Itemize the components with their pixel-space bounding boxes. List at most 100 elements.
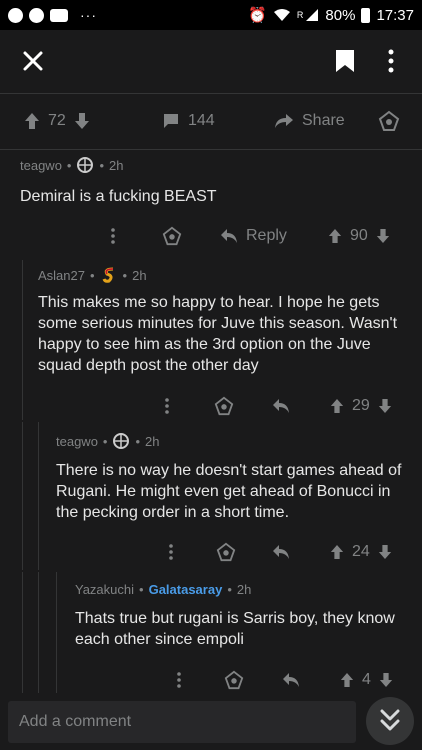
upvote-button[interactable]	[24, 112, 40, 130]
reply-button[interactable]	[282, 672, 300, 688]
reply-button[interactable]: Reply	[220, 227, 287, 245]
comment-body: There is no way he doesn't start games a…	[56, 462, 402, 521]
meta-separator: •	[102, 433, 108, 449]
signal-label: R	[296, 10, 304, 20]
downvote-icon	[74, 113, 89, 129]
meta-separator: •	[99, 157, 105, 173]
upvote-icon[interactable]	[328, 228, 342, 244]
overflow-menu-button[interactable]	[383, 46, 399, 76]
award-icon	[216, 542, 236, 562]
share-button[interactable]: Share	[274, 112, 345, 130]
reply-arrow-icon	[283, 673, 299, 687]
award-button[interactable]	[214, 396, 234, 416]
comment-score: 90	[350, 227, 368, 244]
upvote-icon[interactable]	[340, 672, 354, 688]
reply-button[interactable]	[272, 544, 290, 560]
comment-vote-controls: 29	[330, 397, 392, 415]
comment-actions: Reply 90	[0, 224, 422, 248]
juventus-crest-icon	[113, 433, 130, 449]
post-top-bar	[0, 30, 422, 94]
award-button[interactable]	[378, 110, 400, 132]
reply-label: Reply	[246, 227, 287, 244]
comment-author[interactable]: Yazakuchi	[75, 582, 134, 597]
comment-score: 24	[352, 543, 370, 560]
comment-author[interactable]: Aslan27	[38, 268, 85, 283]
messenger-icon	[8, 7, 23, 23]
post-score: 72	[48, 112, 66, 129]
downvote-icon[interactable]	[378, 544, 392, 560]
battery-icon	[361, 7, 371, 23]
award-icon	[214, 396, 234, 416]
downvote-icon[interactable]	[379, 672, 393, 688]
football-icon	[29, 7, 44, 23]
user-flair: Galatasaray	[148, 582, 223, 597]
reply-arrow-icon	[273, 399, 289, 413]
save-button[interactable]	[334, 48, 356, 74]
comment-more-button[interactable]	[168, 543, 174, 561]
comment: teagwo • • 2h There is no way he doesn't…	[0, 422, 422, 570]
comment-meta: teagwo • • 2h	[56, 432, 160, 450]
comment-author[interactable]: teagwo	[56, 434, 98, 449]
kebab-icon	[111, 228, 115, 244]
comment-body: This makes me so happy to hear. I hope h…	[38, 294, 398, 374]
upvote-icon	[25, 113, 39, 129]
kebab-icon	[169, 544, 173, 560]
comment: Aslan27 • • 2h This makes me so happy to…	[0, 260, 422, 420]
close-button[interactable]	[18, 46, 48, 76]
downvote-icon[interactable]	[378, 398, 392, 414]
comment-body: Demiral is a fucking BEAST	[20, 188, 217, 205]
comment-body: Thats true but rugani is Sarris boy, the…	[75, 610, 395, 648]
award-button[interactable]	[224, 670, 244, 690]
galatasaray-crest-icon	[102, 267, 113, 283]
meta-separator: •	[139, 582, 144, 597]
award-button[interactable]	[162, 226, 182, 246]
alarm-icon: ⏰	[248, 7, 267, 24]
downvote-button[interactable]	[74, 112, 90, 130]
comment-more-button[interactable]	[164, 397, 170, 415]
kebab-icon	[165, 398, 169, 414]
share-arrow-icon	[275, 114, 293, 128]
comment-more-button[interactable]	[110, 227, 116, 245]
wifi-icon	[273, 8, 291, 22]
award-button[interactable]	[216, 542, 236, 562]
comment: teagwo • • 2h Demiral is a fucking BEAST…	[0, 150, 422, 260]
downvote-icon[interactable]	[376, 228, 390, 244]
comment-bubble-icon	[164, 114, 178, 128]
post-vote-controls: 72	[24, 112, 90, 130]
comment-time: 2h	[236, 582, 252, 597]
upvote-icon[interactable]	[330, 398, 344, 414]
comment-meta: teagwo • • 2h	[20, 156, 124, 174]
comment-author[interactable]: teagwo	[20, 158, 62, 173]
clock: 17:37	[376, 6, 414, 24]
next-comment-button[interactable]	[366, 697, 414, 745]
award-icon	[162, 226, 182, 246]
meta-separator: •	[122, 267, 128, 283]
comment-score: 29	[352, 397, 370, 414]
bookmark-icon	[336, 50, 354, 72]
comment: Yazakuchi • Galatasaray • 2h Thats true …	[0, 572, 422, 694]
close-icon	[23, 51, 43, 71]
comment-vote-controls: 4	[340, 671, 393, 689]
youtube-icon	[50, 8, 68, 22]
signal-icon	[305, 8, 319, 22]
more-notifications-icon: ···	[80, 7, 97, 23]
comment-time: 2h	[109, 157, 124, 173]
comment-time: 2h	[145, 433, 160, 449]
comment-input[interactable]	[8, 701, 356, 743]
comment-score: 4	[362, 671, 371, 688]
reply-button[interactable]	[272, 398, 290, 414]
double-chevron-down-icon	[380, 709, 400, 731]
comment-composer	[0, 693, 422, 750]
battery-percent: 80%	[325, 6, 356, 24]
comment-vote-controls: 90	[328, 227, 390, 245]
comment-count: 144	[188, 112, 215, 129]
reply-arrow-icon	[221, 229, 237, 243]
meta-separator: •	[66, 157, 72, 173]
comment-meta: Yazakuchi • Galatasaray • 2h	[75, 582, 251, 597]
reply-arrow-icon	[273, 545, 289, 559]
meta-separator: •	[135, 433, 141, 449]
upvote-icon[interactable]	[330, 544, 344, 560]
comments-button[interactable]: 144	[162, 112, 215, 130]
kebab-icon	[388, 49, 394, 73]
comment-more-button[interactable]	[176, 671, 182, 689]
